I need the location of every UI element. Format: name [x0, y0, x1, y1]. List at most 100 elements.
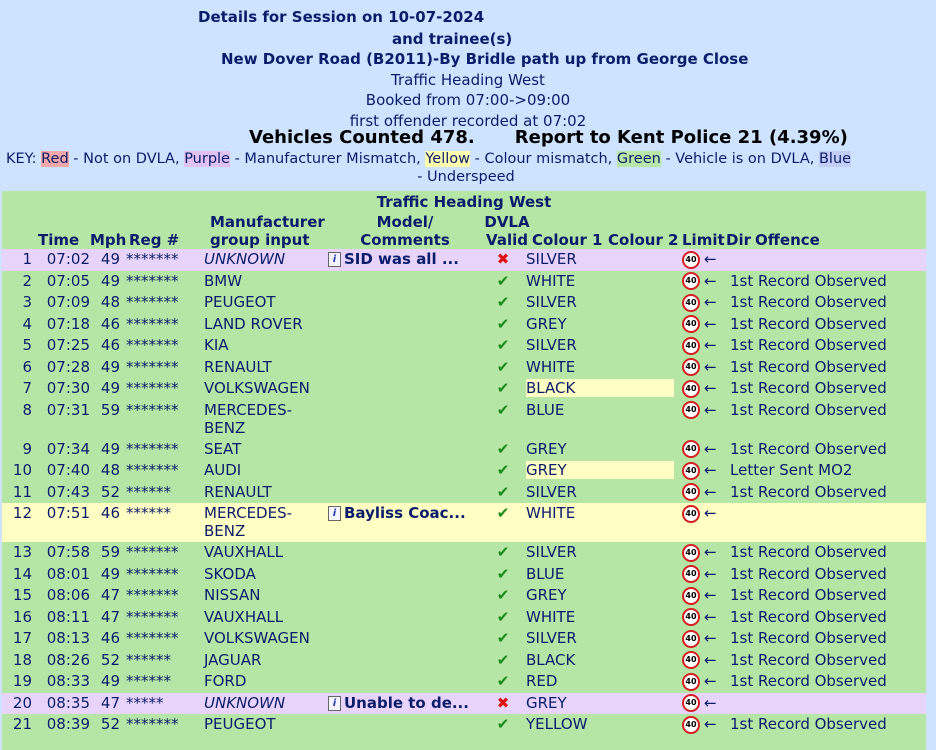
manufacturer-text: AUDI [204, 461, 242, 479]
key-blue: Blue [818, 151, 852, 167]
row-reg: ******* [126, 439, 179, 458]
row-offence: 1st Record Observed [730, 586, 887, 604]
row-dvla-valid: ✔ [480, 503, 526, 542]
col-header-limit: Limit [682, 231, 725, 249]
row-number: 6 [22, 357, 32, 376]
col-header-manufacturer-line2: group input [210, 231, 310, 249]
table-row[interactable]: 18 08:26 52 ****** JAGUAR ✔ BLACK 40 ← 1st Record… [2, 650, 926, 672]
row-offence: 1st Record Observed [730, 379, 887, 397]
table-row[interactable]: 15 08:06 47 ******* NISSAN ✔ GREY 40 ← 1st Record… [2, 585, 926, 607]
table-row[interactable]: 6 07:28 49 ******* RENAULT ✔ WHITE 40 ← 1st Recor… [2, 357, 926, 379]
info-icon[interactable]: i [328, 695, 341, 711]
table-row[interactable]: 13 07:58 59 ******* VAUXHALL ✔ SILVER 40 ← 1st Re… [2, 542, 926, 564]
row-colour1: SILVER [526, 628, 678, 650]
row-model [328, 650, 480, 672]
manufacturer-text: MERCEDES- [204, 504, 293, 522]
manufacturer-text: SKODA [204, 564, 256, 583]
cross-icon: ✖ [496, 693, 510, 712]
row-time: 07:40 [46, 461, 90, 479]
row-colour1: SILVER [526, 542, 678, 564]
row-direction: ← [704, 314, 717, 333]
speed-limit-40-icon: 40 [682, 543, 700, 562]
row-direction: ← [704, 564, 717, 583]
table-row[interactable]: 20 08:35 47 ***** UNKNOWN i Unable to de... ✖ GR… [2, 692, 926, 714]
manufacturer-text: RENAULT [204, 482, 272, 501]
row-colour1: WHITE [526, 271, 678, 293]
row-colour1: SILVER [526, 335, 678, 357]
col-header-manufacturer: Manufacturer group input [210, 213, 325, 249]
table-row[interactable]: 2 07:05 49 ******* BMW ✔ WHITE 40 ← 1st Record Ob… [2, 271, 926, 293]
row-limit: 40 [678, 503, 704, 542]
row-manufacturer: RENAULT [204, 482, 328, 504]
row-direction: ← [704, 249, 730, 271]
row-limit: 40 [678, 460, 704, 482]
model-comment: SID was all ... [344, 250, 459, 268]
check-icon: ✔ [496, 586, 510, 604]
check-icon: ✔ [496, 271, 510, 290]
row-colour1: BLACK [526, 650, 678, 672]
table-row[interactable]: 21 08:39 52 ******* PEUGEOT ✔ YELLOW 40 ← 1st Rec… [2, 714, 926, 736]
info-icon[interactable]: i [328, 252, 341, 267]
model-comment: Unable to de... [344, 693, 469, 712]
speed-limit-40-icon: 40 [682, 461, 700, 480]
row-reg: ****** [120, 503, 204, 542]
speed-limit-40-icon: 40 [682, 715, 700, 734]
row-number: 7 [22, 379, 32, 397]
row-reg: ******* [126, 336, 179, 354]
row-direction: ← [704, 607, 717, 626]
table-row[interactable]: 17 08:13 46 ******* VOLKSWAGEN ✔ SILVER 40 ← 1st … [2, 628, 926, 650]
row-dvla-valid: ✔ [480, 482, 526, 504]
manufacturer-text: UNKNOWN [204, 250, 286, 268]
key-red-desc: - Not on DVLA, [73, 151, 180, 167]
table-row[interactable]: 11 07:43 52 ****** RENAULT ✔ SILVER 40 ← 1st Reco… [2, 482, 926, 504]
row-offence: 1st Record Observed [730, 482, 887, 501]
row-reg: ******* [120, 249, 204, 271]
row-offence: 1st Record Observed [730, 439, 887, 458]
table-row[interactable]: 1 07:02 49 ******* UNKNOWN i SID was all ... ✖ S… [2, 249, 926, 271]
table-row[interactable]: 14 08:01 49 ******* SKODA ✔ BLUE 40 ← 1st Record … [2, 564, 926, 586]
info-icon[interactable]: i [328, 506, 341, 521]
table-row[interactable]: 16 08:11 47 ******* VAUXHALL ✔ WHITE 40 ← 1st Rec… [2, 607, 926, 629]
check-icon: ✔ [496, 482, 510, 501]
row-limit: 40 [678, 271, 704, 293]
row-mph: 47 [100, 586, 120, 604]
table-row[interactable]: 7 07:30 49 ******* VOLKSWAGEN ✔ BLACK 40 ← 1st Re… [2, 378, 926, 400]
row-dvla-valid: ✖ [480, 692, 526, 714]
row-number: 15 [12, 586, 32, 604]
row-colour1: SILVER [526, 482, 678, 504]
check-icon: ✔ [496, 650, 510, 669]
row-model [328, 439, 480, 461]
key-label: KEY: [6, 151, 37, 167]
manufacturer-text: VAUXHALL [204, 607, 284, 626]
row-direction: ← [704, 439, 717, 458]
row-mph: 48 [100, 461, 120, 479]
col-header-model: Model/ Comments [332, 213, 478, 249]
report-count: Report to Kent Police 21 (4.39%) [514, 127, 848, 148]
row-reg: ******* [126, 543, 179, 561]
table-row[interactable]: 19 08:33 49 ****** FORD ✔ RED 40 ← 1st Record Obs… [2, 671, 926, 693]
row-model: i SID was all ... [328, 249, 480, 271]
speed-limit-40-icon: 40 [682, 336, 700, 355]
table-row[interactable]: 10 07:40 48 ******* AUDI ✔ GREY 40 ← Letter Sent … [2, 460, 926, 482]
row-manufacturer: FORD [204, 671, 328, 693]
row-offence: 1st Record Observed [730, 715, 887, 733]
row-model [328, 378, 480, 400]
table-row[interactable]: 12 07:51 46 ****** MERCEDES- BENZ i Bayliss Coa… [2, 503, 926, 542]
row-direction: ← [704, 357, 717, 376]
direction-label: Traffic Heading West [391, 71, 545, 89]
table-row[interactable]: 5 07:25 46 ******* KIA ✔ SILVER 40 ← 1st Record O… [2, 335, 926, 357]
location-label: New Dover Road (B2011)-By Bridle path up… [221, 50, 749, 68]
table-row[interactable]: 3 07:09 48 ******* PEUGEOT ✔ SILVER 40 ← 1st Reco… [2, 292, 926, 314]
row-direction: ← [704, 650, 717, 669]
table-title: Traffic Heading West [376, 193, 552, 211]
row-colour1: GREY [526, 314, 678, 336]
table-row[interactable]: 8 07:31 59 ******* MERCEDES- BENZ ✔ BLUE 40 ← 1st … [2, 400, 926, 439]
row-time: 07:43 [46, 482, 90, 501]
row-colour1: WHITE [526, 503, 678, 542]
table-row[interactable]: 4 07:18 46 ******* LAND ROVER ✔ GREY 40 ← 1st Rec… [2, 314, 926, 336]
manufacturer-text: VOLKSWAGEN [204, 629, 310, 647]
row-manufacturer: VAUXHALL [204, 542, 328, 564]
table-row[interactable]: 9 07:34 49 ******* SEAT ✔ GREY 40 ← 1st Record Ob… [2, 439, 926, 461]
session-header: Details for Session on 10-07-2024 and tr… [0, 0, 936, 186]
row-number: 19 [12, 672, 32, 690]
